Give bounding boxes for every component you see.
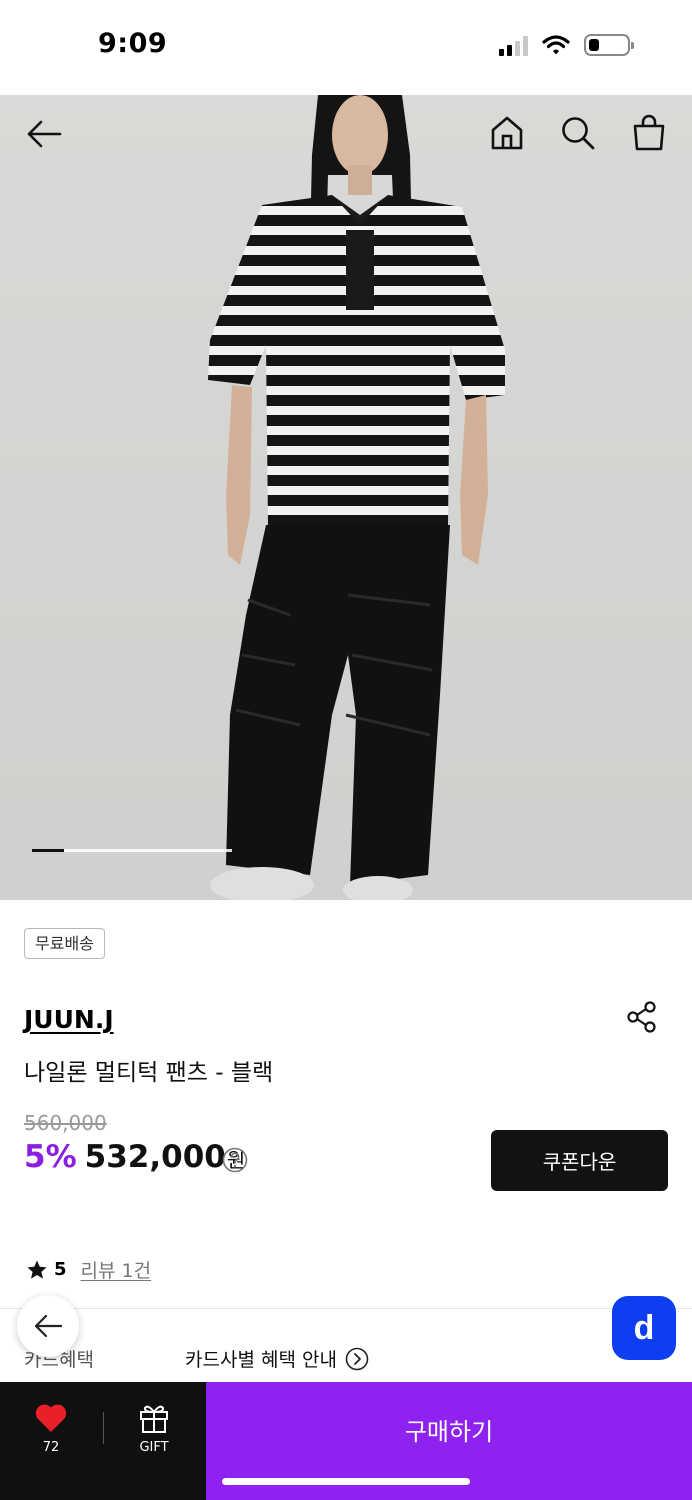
- floating-back-button[interactable]: [17, 1295, 79, 1357]
- back-arrow-icon: [34, 1314, 63, 1338]
- hero-toolbar: [0, 113, 692, 155]
- like-button[interactable]: 72: [28, 1402, 74, 1455]
- image-slide-indicator-fill: [32, 849, 64, 852]
- signal-icon: [499, 34, 528, 56]
- heart-icon: [35, 1404, 67, 1432]
- original-price: 560,000: [24, 1111, 107, 1135]
- gift-icon: [140, 1405, 168, 1433]
- status-bar: 9:09: [0, 0, 692, 95]
- like-count: 72: [42, 1440, 60, 1455]
- home-indicator: [222, 1478, 470, 1485]
- product-name: 나일론 멀티턱 팬츠 - 블랙: [24, 1060, 274, 1086]
- brand-link[interactable]: JUUN.J: [24, 1005, 114, 1034]
- buy-button-label: 구매하기: [404, 1418, 494, 1446]
- app-shortcut-button[interactable]: d: [612, 1296, 676, 1360]
- divider: [0, 1308, 692, 1309]
- review-link[interactable]: 리뷰 1건: [81, 1256, 152, 1283]
- card-benefit-info-text: 카드사별 혜택 안내: [185, 1349, 337, 1371]
- back-arrow-icon[interactable]: [26, 119, 62, 149]
- shopping-bag-icon[interactable]: [632, 113, 666, 151]
- discount-rate: 5%: [24, 1139, 77, 1175]
- battery-icon: [584, 34, 634, 56]
- chevron-right-circle-icon: [345, 1347, 369, 1370]
- help-icon[interactable]: [222, 1147, 248, 1173]
- rating-value: 5: [54, 1259, 67, 1280]
- star-icon: [27, 1260, 47, 1279]
- home-icon[interactable]: [490, 115, 524, 151]
- gift-label: GIFT: [139, 1440, 169, 1455]
- price-row: 5% 532,000 원: [24, 1139, 245, 1175]
- status-time: 9:09: [98, 28, 168, 59]
- product-image[interactable]: [0, 95, 692, 900]
- coupon-download-button[interactable]: 쿠폰다운: [491, 1130, 668, 1191]
- gift-button[interactable]: GIFT: [130, 1402, 178, 1455]
- wifi-icon: [542, 35, 570, 55]
- rating-row: 5 리뷰 1건: [26, 1256, 151, 1283]
- model-photo: [208, 95, 505, 900]
- image-slide-indicator: [32, 849, 232, 852]
- status-icons: [499, 34, 634, 56]
- share-icon[interactable]: [625, 1000, 659, 1034]
- free-shipping-badge: 무료배송: [24, 928, 105, 959]
- sale-price: 532,000: [84, 1139, 226, 1175]
- card-benefit-info-link[interactable]: 카드사별 혜택 안내: [185, 1345, 369, 1372]
- separator: [103, 1412, 104, 1444]
- bottom-left-panel: 72 GIFT: [0, 1382, 206, 1500]
- search-icon[interactable]: [560, 115, 596, 151]
